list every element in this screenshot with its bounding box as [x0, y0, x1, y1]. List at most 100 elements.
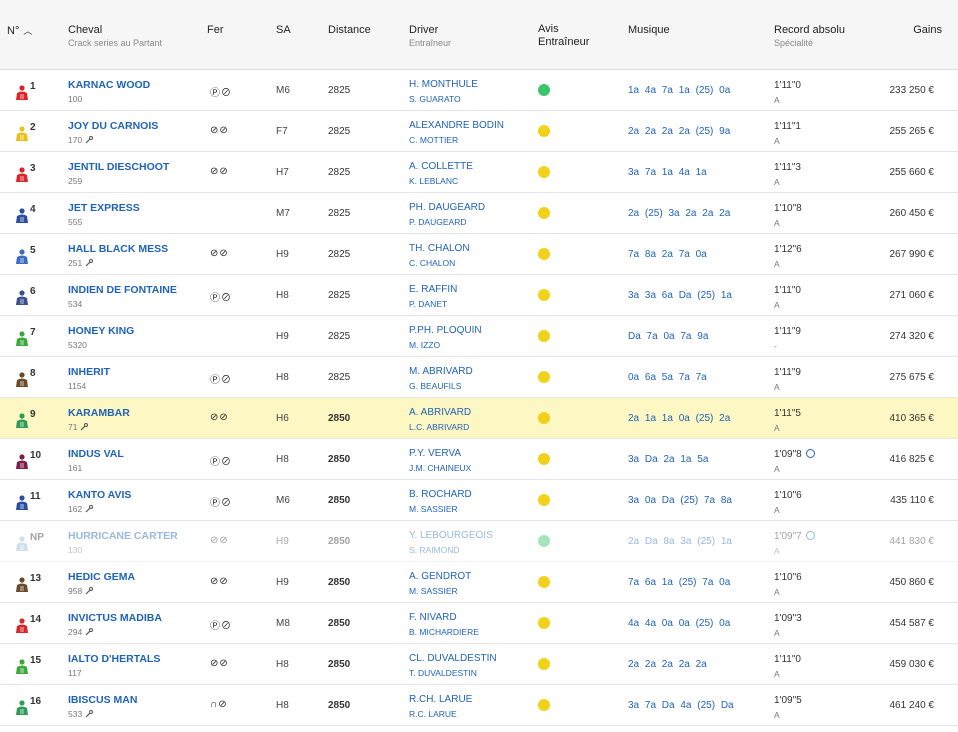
trainer-link[interactable]: P. DAUGEARD	[409, 217, 466, 227]
horse-name-link[interactable]: IBISCUS MAN	[68, 694, 137, 706]
driver-link[interactable]: CL. DUVALDESTIN	[409, 653, 497, 664]
driver-link[interactable]: R.CH. LARUE	[409, 694, 472, 705]
driver-link[interactable]: TH. CHALON	[409, 243, 470, 254]
trainer-link[interactable]: R.C. LARUE	[409, 709, 457, 719]
driver-link[interactable]: P.Y. VERVA	[409, 448, 461, 459]
table-row[interactable]: 1 KARNAC WOOD 100 Ⓟ⊘ M6 2825 H. MONTHULE S. GUA…	[0, 70, 958, 111]
table-row[interactable]: 2 JOY DU CARNOIS 170 ⊘⊘ F7 2825 ALEXANDRE BODI…	[0, 111, 958, 152]
silk-icon	[15, 290, 29, 306]
table-row[interactable]: 3 JENTIL DIESCHOOT 259 ⊘⊘ H7 2825 A. COLLETTE K…	[0, 152, 958, 193]
horse-name-link[interactable]: INVICTUS MADIBA	[68, 612, 162, 624]
trainer-link[interactable]: G. BEAUFILS	[409, 381, 461, 391]
driver-link[interactable]: B. ROCHARD	[409, 489, 472, 500]
trainer-link[interactable]: M. SASSIER	[409, 504, 458, 514]
table-row[interactable]: 10 INDUS VAL 161 Ⓟ⊘ H8 2850 P.Y. VERVA J.M. CHA…	[0, 439, 958, 480]
table-row[interactable]: 14 INVICTUS MADIBA 294 Ⓟ⊘ M8 2850 F. NIVARD B. …	[0, 603, 958, 644]
trainer-link[interactable]: L.C. ABRIVARD	[409, 422, 469, 432]
clock-icon	[805, 449, 815, 458]
horse-name-link[interactable]: JOY DU CARNOIS	[68, 120, 158, 132]
trainer-link[interactable]: T. DUVALDESTIN	[409, 668, 477, 678]
trainer-link[interactable]: C. CHALON	[409, 258, 455, 268]
table-row[interactable]: 11 KANTO AVIS 162 Ⓟ⊘ M6 2850 B. ROCHARD M. SASS…	[0, 480, 958, 521]
wrench-icon	[85, 505, 94, 513]
horse-name-link[interactable]: JET EXPRESS	[68, 202, 140, 214]
driver-link[interactable]: E. RAFFIN	[409, 284, 457, 295]
driver-link[interactable]: A. ABRIVARD	[409, 407, 471, 418]
header-num-label: N°	[7, 25, 20, 37]
sex-age: H9	[276, 577, 289, 588]
shoe-icons: Ⓟ⊘	[210, 621, 232, 632]
header-record[interactable]: Record absolu Spécialité	[774, 24, 845, 48]
record-absolu: 1'11"9	[774, 326, 801, 337]
horse-name-link[interactable]: KARAMBAR	[68, 407, 130, 419]
driver-link[interactable]: ALEXANDRE BODIN	[409, 120, 504, 131]
horse-name-link[interactable]: KANTO AVIS	[68, 489, 131, 501]
specialite: A	[774, 259, 780, 269]
horse-name-link[interactable]: HURRICANE CARTER	[68, 530, 178, 542]
gains: 267 990 €	[889, 249, 935, 260]
horse-name-link[interactable]: IALTO D'HERTALS	[68, 653, 160, 665]
musique: Da 7a 0a 7a 9a	[628, 331, 709, 342]
horse-name-link[interactable]: KARNAC WOOD	[68, 79, 150, 91]
sex-age: H9	[276, 249, 289, 260]
shoe-icons: Ⓟ⊘	[210, 375, 232, 386]
trainer-link[interactable]: C. MOTTIER	[409, 135, 458, 145]
horse-name-link[interactable]: HONEY KING	[68, 325, 134, 337]
driver-link[interactable]: H. MONTHULE	[409, 79, 478, 90]
trainer-link[interactable]: M. SASSIER	[409, 586, 458, 596]
horse-name-link[interactable]: HALL BLACK MESS	[68, 243, 168, 255]
horse-name-link[interactable]: INHERIT	[68, 366, 110, 378]
horse-name-link[interactable]: JENTIL DIESCHOOT	[68, 161, 169, 173]
trainer-link[interactable]: B. MICHARDIERE	[409, 627, 479, 637]
trainer-link[interactable]: M. IZZO	[409, 340, 440, 350]
gains: 233 250 €	[889, 85, 935, 96]
header-sa[interactable]: SA	[276, 24, 291, 36]
table-row[interactable]: 6 INDIEN DE FONTAINE 534 Ⓟ⊘ H8 2825 E. RAFFIN P…	[0, 275, 958, 316]
table-row[interactable]: 7 HONEY KING 5320 H9 2825 P.PH. PLOQUIN M. IZZ…	[0, 316, 958, 357]
table-row[interactable]: 16 IBISCUS MAN 533 ∩⊘ H8 2850 R.CH. LARUE R.C. …	[0, 685, 958, 726]
table-row[interactable]: 13 HEDIC GEMA 958 ⊘⊘ H9 2850 A. GENDROT M. SASS…	[0, 562, 958, 603]
trainer-link[interactable]: K. LEBLANC	[409, 176, 458, 186]
driver-link[interactable]: M. ABRIVARD	[409, 366, 473, 377]
trainer-link[interactable]: S. RAIMOND	[409, 545, 460, 555]
trainer-link[interactable]: J.M. CHAINEUX	[409, 463, 471, 473]
runner-number: 14	[30, 614, 42, 625]
gains: 260 450 €	[889, 208, 935, 219]
header-distance[interactable]: Distance	[328, 24, 371, 36]
driver-link[interactable]: Y. LEBOURGEOIS	[409, 530, 493, 541]
trainer-link[interactable]: S. GUARATO	[409, 94, 461, 104]
shoe-icons: ∩⊘	[210, 699, 228, 710]
table-row[interactable]: 4 JET EXPRESS 555 M7 2825 PH. DAUGEARD P. DAUG…	[0, 193, 958, 234]
silk-icon	[15, 618, 29, 634]
table-row[interactable]: NP HURRICANE CARTER 130 ⊘⊘ H9 2850 Y. LEBOURGE…	[0, 521, 958, 562]
horse-name-link[interactable]: INDUS VAL	[68, 448, 124, 460]
runner-number: 3	[30, 163, 36, 174]
table-row[interactable]: 15 IALTO D'HERTALS 117 ⊘⊘ H8 2850 CL. DUVALDES…	[0, 644, 958, 685]
trainer-link[interactable]: P. DANET	[409, 299, 447, 309]
specialite: A	[774, 505, 780, 515]
horse-name-link[interactable]: HEDIC GEMA	[68, 571, 135, 583]
header-gains[interactable]: Gains	[913, 24, 942, 36]
distance: 2850	[328, 577, 351, 588]
avis-smiley-icon	[538, 166, 550, 178]
horse-name-link[interactable]: INDIEN DE FONTAINE	[68, 284, 177, 296]
header-cheval[interactable]: Cheval Crack series au Partant	[68, 24, 162, 48]
runner-number: 11	[30, 491, 41, 502]
musique: 3a Da 2a 1a 5a	[628, 454, 709, 465]
sort-by-number-header[interactable]: N° ︿	[7, 24, 32, 37]
table-row[interactable]: 8 INHERIT 1154 Ⓟ⊘ H8 2825 M. ABRIVARD G. BEAUFI…	[0, 357, 958, 398]
header-driver[interactable]: Driver Entraîneur	[409, 24, 451, 48]
record-absolu: 1'11"9	[774, 367, 801, 378]
gains: 255 265 €	[889, 126, 935, 137]
record-absolu: 1'11"1	[774, 121, 801, 132]
record-absolu: 1'09"8	[774, 449, 815, 460]
table-row[interactable]: 9 KARAMBAR 71 ⊘⊘ H6 2850 A. ABRIVARD L.C. ABRIV…	[0, 398, 958, 439]
driver-link[interactable]: A. COLLETTE	[409, 161, 473, 172]
silk-icon	[15, 700, 29, 716]
table-row[interactable]: 5 HALL BLACK MESS 251 ⊘⊘ H9 2825 TH. CHALON C. …	[0, 234, 958, 275]
driver-link[interactable]: F. NIVARD	[409, 612, 457, 623]
driver-link[interactable]: P.PH. PLOQUIN	[409, 325, 482, 336]
musique: 2a 2a 2a 2a 2a	[628, 659, 707, 670]
driver-link[interactable]: PH. DAUGEARD	[409, 202, 485, 213]
driver-link[interactable]: A. GENDROT	[409, 571, 471, 582]
